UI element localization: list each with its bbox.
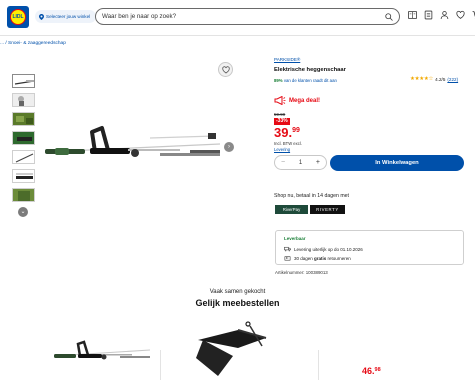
recommendation-divider bbox=[160, 350, 161, 380]
store-selector-button[interactable]: Selecteer jouw winkel bbox=[35, 10, 97, 23]
account-icon[interactable] bbox=[440, 10, 449, 20]
gallery-next-button[interactable]: › bbox=[224, 142, 234, 152]
recommendations-subtitle: Vaak samen gekocht bbox=[209, 289, 266, 295]
pay-later-note: Shop nu, betaal in 14 dagen met bbox=[274, 193, 349, 199]
recommendations-title: Gelijk meebestellen bbox=[195, 298, 280, 308]
returns-text: 30 dagen gratis retourneren bbox=[294, 255, 351, 261]
delivery-date-line: Levering uiterlijk op do 01.10.2026 bbox=[284, 246, 363, 252]
search-input[interactable] bbox=[102, 13, 385, 20]
shopping-list-icon[interactable] bbox=[424, 10, 433, 20]
header-actions bbox=[408, 10, 475, 20]
recommend-percent: 89% bbox=[274, 78, 283, 83]
delivery-date: Levering uiterlijk op do 01.10.2026 bbox=[294, 246, 363, 252]
megaphone-icon bbox=[274, 96, 286, 105]
product-brand-link[interactable]: PARKSIDE® bbox=[274, 57, 300, 62]
recommend-text: van de klanten raadt dit aan bbox=[283, 78, 337, 83]
heart-icon bbox=[221, 65, 230, 73]
vat-note: Incl. BTW excl. bbox=[274, 141, 302, 146]
recommended-product-image[interactable] bbox=[52, 338, 152, 368]
current-price: 39.99 bbox=[274, 125, 300, 140]
recommended-product-price: 46.98 bbox=[362, 366, 381, 376]
brochure-icon[interactable] bbox=[408, 10, 417, 20]
recommended-product-image[interactable] bbox=[178, 318, 278, 378]
location-pin-icon bbox=[39, 13, 44, 20]
riverpay-option[interactable]: RiverPay bbox=[275, 205, 308, 214]
chevron-down-icon[interactable]: ⌄ bbox=[18, 207, 28, 217]
mega-deal-badge: Mega deal! bbox=[274, 96, 320, 105]
lidl-logo[interactable]: LIDL bbox=[7, 6, 29, 28]
product-rating[interactable]: ★★★★☆ 4.2/5 (222) bbox=[410, 76, 458, 82]
delivery-info-box: Leverbaar Levering uiterlijk op do 01.10… bbox=[275, 230, 464, 265]
gallery-thumb[interactable] bbox=[12, 74, 35, 88]
gallery-thumbnails: ⌄ bbox=[12, 74, 35, 217]
price-main: 39. bbox=[274, 125, 293, 140]
mega-deal-label: Mega deal! bbox=[289, 97, 321, 104]
search-icon[interactable] bbox=[385, 12, 393, 21]
rating-count-link[interactable]: (222) bbox=[447, 77, 458, 82]
quantity-decrease-button[interactable]: − bbox=[281, 159, 285, 166]
store-selector-label: Selecteer jouw winkel bbox=[46, 14, 91, 19]
logo-text: LIDL bbox=[12, 14, 24, 20]
recommendation-note: 89% van de klanten raadt dit aan bbox=[274, 78, 337, 83]
gallery-thumb[interactable] bbox=[12, 188, 35, 202]
gallery-thumb[interactable] bbox=[12, 93, 35, 107]
add-to-cart-button[interactable]: In Winkelwagen bbox=[330, 155, 464, 171]
returns-line: 30 dagen gratis retourneren bbox=[284, 255, 351, 261]
old-price: 59.99 bbox=[274, 112, 286, 117]
rating-stars-icon: ★★★★☆ bbox=[410, 76, 434, 82]
add-to-favorites-button[interactable] bbox=[218, 62, 233, 77]
article-number: Artikelnummer: 100389013 bbox=[275, 270, 328, 275]
availability-status: Leverbaar bbox=[284, 236, 306, 241]
gallery-thumb[interactable] bbox=[12, 131, 35, 145]
gallery-thumb[interactable] bbox=[12, 169, 35, 183]
site-header: LIDL Selecteer jouw winkel bbox=[0, 0, 475, 36]
favorites-icon[interactable] bbox=[456, 10, 465, 20]
discount-badge: -33% bbox=[274, 118, 290, 125]
gallery-thumb[interactable] bbox=[12, 112, 35, 126]
gallery-thumb[interactable] bbox=[12, 150, 35, 164]
quantity-increase-button[interactable]: + bbox=[316, 159, 320, 166]
rec-price-cents: 98 bbox=[374, 367, 381, 373]
return-box-icon bbox=[284, 256, 291, 261]
price-cents: 99 bbox=[292, 127, 300, 134]
product-title: Elektrische heggenschaar bbox=[274, 67, 346, 73]
rating-value: 4.2/5 bbox=[435, 76, 446, 82]
quantity-value[interactable]: 1 bbox=[299, 160, 302, 166]
product-main-image bbox=[44, 126, 220, 157]
quantity-stepper[interactable]: − 1 + bbox=[274, 155, 327, 170]
delivery-info-link[interactable]: Levering bbox=[274, 147, 290, 152]
search-bar[interactable] bbox=[95, 8, 400, 25]
rec-price-main: 46. bbox=[362, 366, 375, 376]
truck-icon bbox=[284, 246, 291, 252]
recommendation-divider bbox=[318, 350, 319, 380]
breadcrumb[interactable]: ... / Snoei- & zaaggereedschap bbox=[0, 41, 66, 46]
riverty-option[interactable]: RIVERTY bbox=[310, 205, 345, 214]
